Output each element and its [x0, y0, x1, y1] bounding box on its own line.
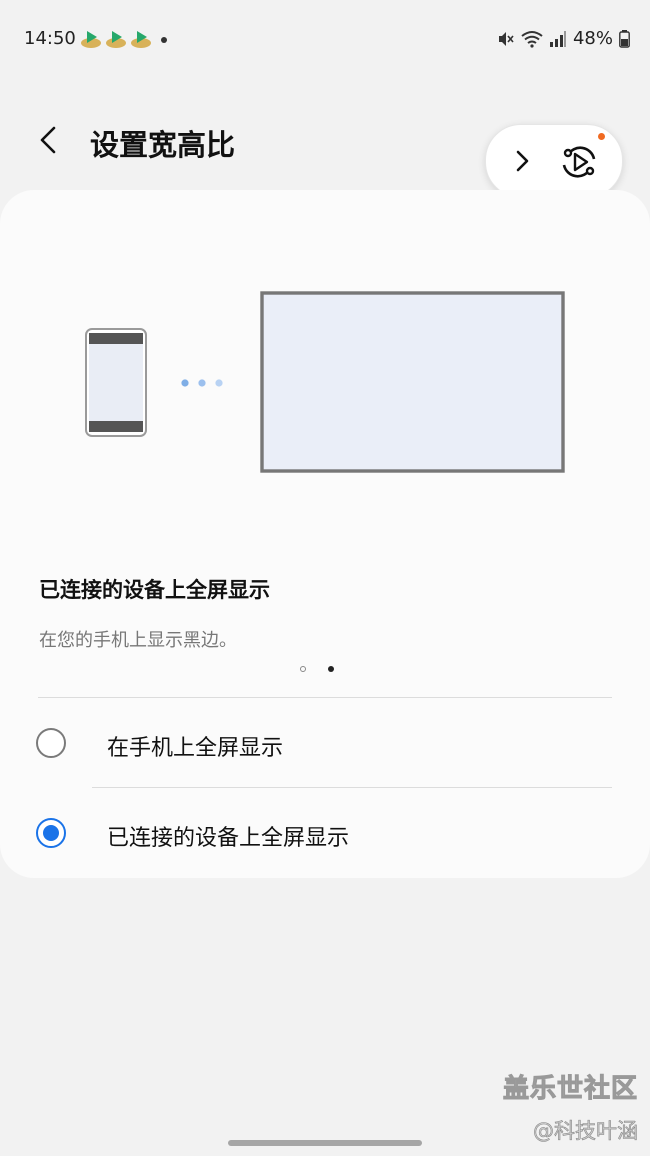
mute-icon: [498, 31, 514, 46]
wifi-icon: [521, 30, 543, 48]
radio-option-fullscreen-connected[interactable]: 已连接的设备上全屏显示: [0, 790, 650, 878]
option-description: 在您的手机上显示黑边。: [39, 630, 237, 651]
app-notification-icon: [131, 31, 151, 48]
radio-button-checked[interactable]: [36, 818, 66, 848]
radio-label: 在手机上全屏显示: [107, 736, 284, 761]
settings-card: 已连接的设备上全屏显示 在您的手机上显示黑边。 在手机上全屏显示 已连接的设备上…: [0, 190, 650, 878]
radio-option-fullscreen-phone[interactable]: 在手机上全屏显示: [0, 700, 650, 788]
page-indicator[interactable]: [300, 666, 334, 672]
option-title: 已连接的设备上全屏显示: [39, 578, 270, 602]
status-time: 14:50: [24, 28, 76, 49]
notification-badge: [598, 133, 605, 140]
monitor-icon: [260, 291, 565, 473]
aspect-ratio-illustration: [85, 291, 565, 473]
page-dot[interactable]: [300, 666, 306, 672]
status-bar: 14:50 48%: [0, 0, 650, 80]
radio-button-unchecked[interactable]: [36, 728, 66, 758]
system-status: 48%: [497, 28, 630, 49]
divider: [92, 787, 612, 788]
app-notification-icon: [81, 31, 101, 48]
phone-icon: [85, 328, 147, 437]
watermark-line1: 盖乐世社区: [502, 1074, 638, 1105]
signal-icon: [549, 30, 566, 47]
radio-label: 已连接的设备上全屏显示: [107, 826, 350, 851]
connection-dots-icon: [181, 379, 223, 387]
notification-icons: [80, 28, 152, 50]
divider: [38, 697, 612, 698]
more-notifications-dot: [161, 37, 167, 43]
home-indicator[interactable]: [228, 1140, 422, 1146]
smart-view-floating-pill[interactable]: [485, 124, 623, 198]
watermark: 盖乐世社区 @科技叶涵: [502, 1068, 639, 1145]
watermark-line2: @科技叶涵: [533, 1119, 639, 1144]
back-button[interactable]: [30, 120, 70, 160]
smart-view-icon[interactable]: [556, 139, 602, 185]
page-title: 设置宽高比: [90, 128, 236, 162]
chevron-right-icon[interactable]: [508, 147, 536, 175]
app-notification-icon: [106, 31, 126, 48]
battery-percent: 48%: [572, 28, 613, 49]
page-dot-active[interactable]: [328, 666, 334, 672]
battery-icon: [619, 29, 630, 48]
